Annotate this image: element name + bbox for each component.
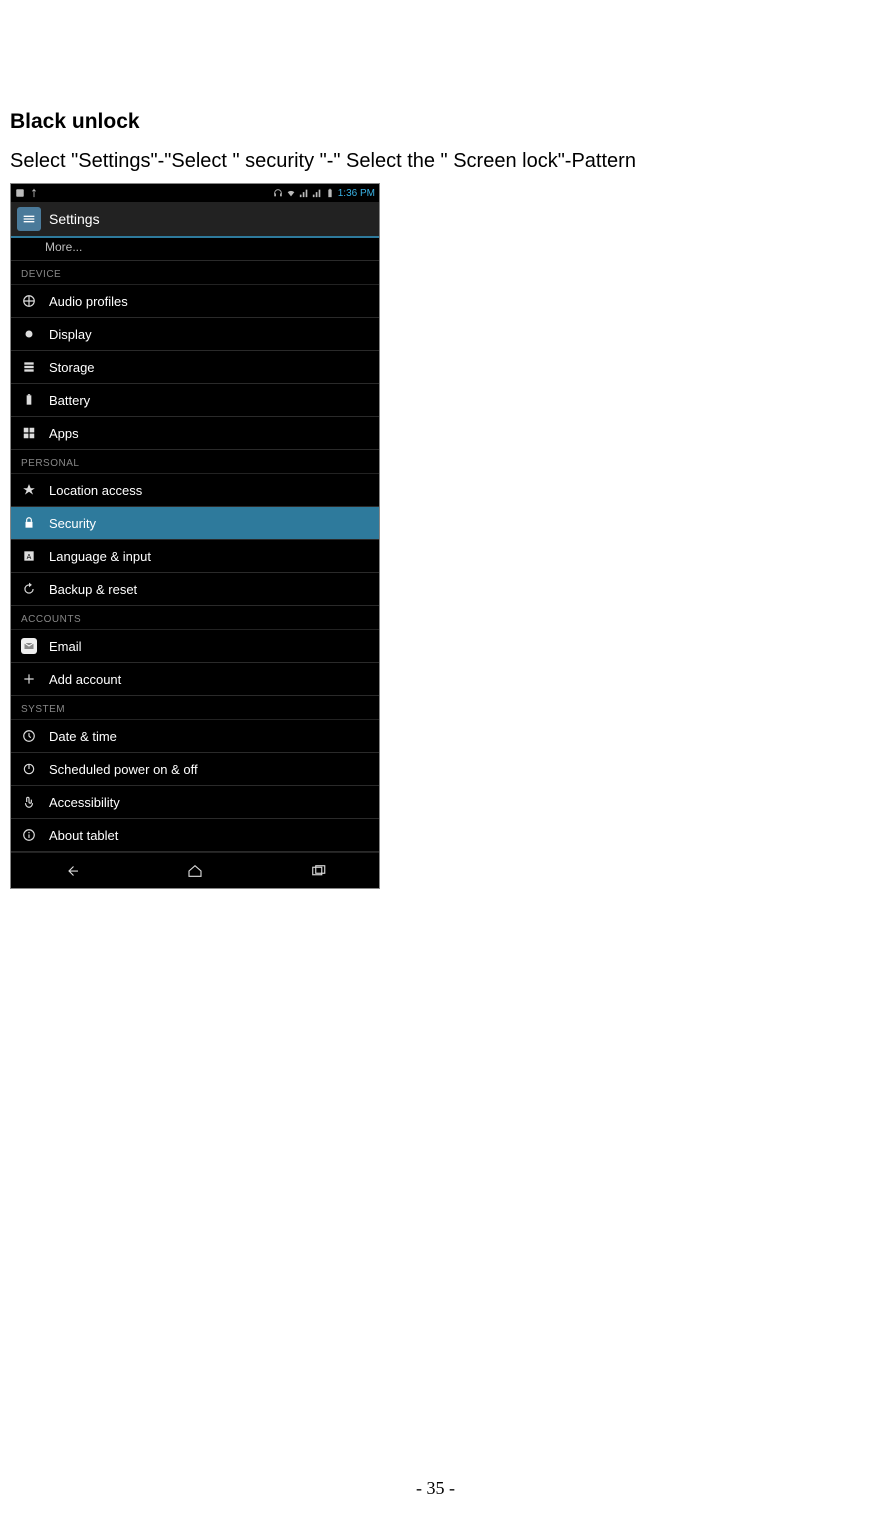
storage-icon (21, 359, 37, 375)
row-backup-reset[interactable]: Backup & reset (11, 573, 379, 606)
plus-icon (21, 671, 37, 687)
row-apps[interactable]: Apps (11, 417, 379, 450)
row-label: Storage (49, 360, 95, 375)
section-system-header: SYSTEM (11, 696, 379, 720)
row-label: Email (49, 639, 82, 654)
row-label: Add account (49, 672, 121, 687)
row-storage[interactable]: Storage (11, 351, 379, 384)
status-bar: 1:36 PM (11, 184, 379, 202)
language-icon: A (21, 548, 37, 564)
row-language-input[interactable]: A Language & input (11, 540, 379, 573)
app-bar-title: Settings (49, 211, 100, 227)
hand-icon (21, 794, 37, 810)
signal-icon (299, 188, 309, 198)
row-label: Security (49, 516, 96, 531)
wifi-icon (286, 188, 296, 198)
section-accounts-header: ACCOUNTS (11, 606, 379, 630)
nav-home-button[interactable] (160, 862, 230, 880)
clock-icon (21, 728, 37, 744)
battery-icon (21, 392, 37, 408)
backup-icon (21, 581, 37, 597)
screenshot-settings: 1:36 PM Settings More... DEVICE Audio pr… (10, 183, 380, 889)
row-scheduled-power[interactable]: Scheduled power on & off (11, 753, 379, 786)
row-date-time[interactable]: Date & time (11, 720, 379, 753)
svg-text:A: A (27, 554, 32, 561)
apps-icon (21, 425, 37, 441)
row-audio-profiles[interactable]: Audio profiles (11, 285, 379, 318)
row-label: Date & time (49, 729, 117, 744)
info-icon (21, 827, 37, 843)
page-number: - 35 - (0, 1478, 871, 1499)
status-time: 1:36 PM (338, 188, 375, 199)
section-device-header: DEVICE (11, 261, 379, 285)
row-label: Scheduled power on & off (49, 762, 198, 777)
row-email[interactable]: Email (11, 630, 379, 663)
row-label: Location access (49, 483, 142, 498)
nav-bar (11, 852, 379, 888)
signal-icon-2 (312, 188, 322, 198)
row-label: Display (49, 327, 92, 342)
row-add-account[interactable]: Add account (11, 663, 379, 696)
row-label: Battery (49, 393, 90, 408)
nav-recent-button[interactable] (283, 862, 353, 880)
row-battery[interactable]: Battery (11, 384, 379, 417)
row-label: Audio profiles (49, 294, 128, 309)
battery-icon (325, 188, 335, 198)
settings-icon (17, 207, 41, 231)
email-icon (21, 638, 37, 654)
row-label: Language & input (49, 549, 151, 564)
row-label: About tablet (49, 828, 118, 843)
doc-instruction: Select "Settings"-"Select " security "-"… (10, 150, 861, 173)
section-personal-header: PERSONAL (11, 450, 379, 474)
display-icon (21, 326, 37, 342)
usb-status-icon (29, 188, 39, 198)
row-label: Apps (49, 426, 79, 441)
app-bar: Settings (11, 202, 379, 238)
more-row[interactable]: More... (11, 238, 379, 261)
row-label: Accessibility (49, 795, 120, 810)
nav-back-button[interactable] (37, 862, 107, 880)
row-about-tablet[interactable]: About tablet (11, 819, 379, 852)
location-icon (21, 482, 37, 498)
headset-icon (273, 188, 283, 198)
image-status-icon (15, 188, 25, 198)
audio-icon (21, 293, 37, 309)
row-location-access[interactable]: Location access (11, 474, 379, 507)
row-accessibility[interactable]: Accessibility (11, 786, 379, 819)
row-display[interactable]: Display (11, 318, 379, 351)
doc-heading: Black unlock (10, 110, 861, 134)
row-security[interactable]: Security (11, 507, 379, 540)
row-label: Backup & reset (49, 582, 137, 597)
lock-icon (21, 515, 37, 531)
power-icon (21, 761, 37, 777)
